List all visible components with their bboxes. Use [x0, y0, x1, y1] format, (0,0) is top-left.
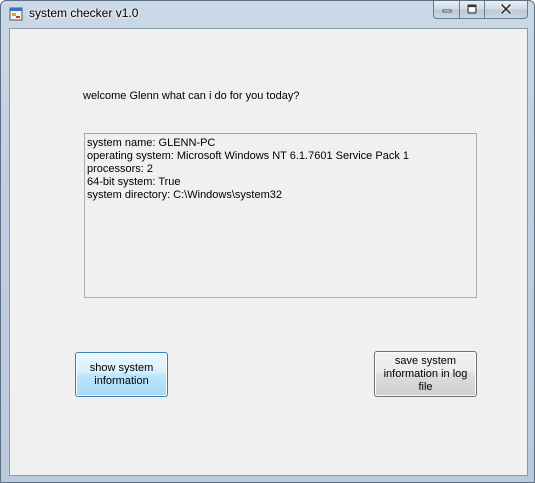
save-log-file-button[interactable]: save system information in log file	[374, 351, 477, 397]
client-area: welcome Glenn what can i do for you toda…	[9, 28, 528, 476]
maximize-icon	[467, 1, 477, 19]
info-line-system-directory: system directory: C:\Windows\system32	[87, 189, 282, 201]
save-button-label: save system information in log file	[383, 354, 468, 393]
close-button[interactable]	[484, 1, 528, 19]
maximize-button[interactable]	[459, 1, 484, 19]
minimize-icon	[442, 1, 452, 19]
title-bar[interactable]: system checker v1.0	[1, 1, 534, 27]
info-line-processors: processors: 2	[87, 163, 154, 175]
info-line-64bit: 64-bit system: True	[87, 176, 181, 188]
info-line-system-name: system name: GLENN-PC	[87, 137, 216, 149]
window-title: system checker v1.0	[29, 6, 139, 20]
app-window: system checker v1.0 welcome Glenn what c…	[0, 0, 535, 483]
caption-buttons	[433, 1, 528, 19]
show-system-information-button[interactable]: show system information	[75, 352, 168, 397]
welcome-label: welcome Glenn what can i do for you toda…	[83, 90, 300, 102]
system-info-textbox[interactable]: system name: GLENN-PC operating system: …	[84, 133, 477, 298]
app-window-icon[interactable]	[9, 7, 23, 21]
minimize-button[interactable]	[433, 1, 459, 19]
show-button-label: show system information	[89, 361, 154, 387]
close-icon	[500, 1, 512, 19]
info-line-operating-system: operating system: Microsoft Windows NT 6…	[87, 150, 409, 162]
